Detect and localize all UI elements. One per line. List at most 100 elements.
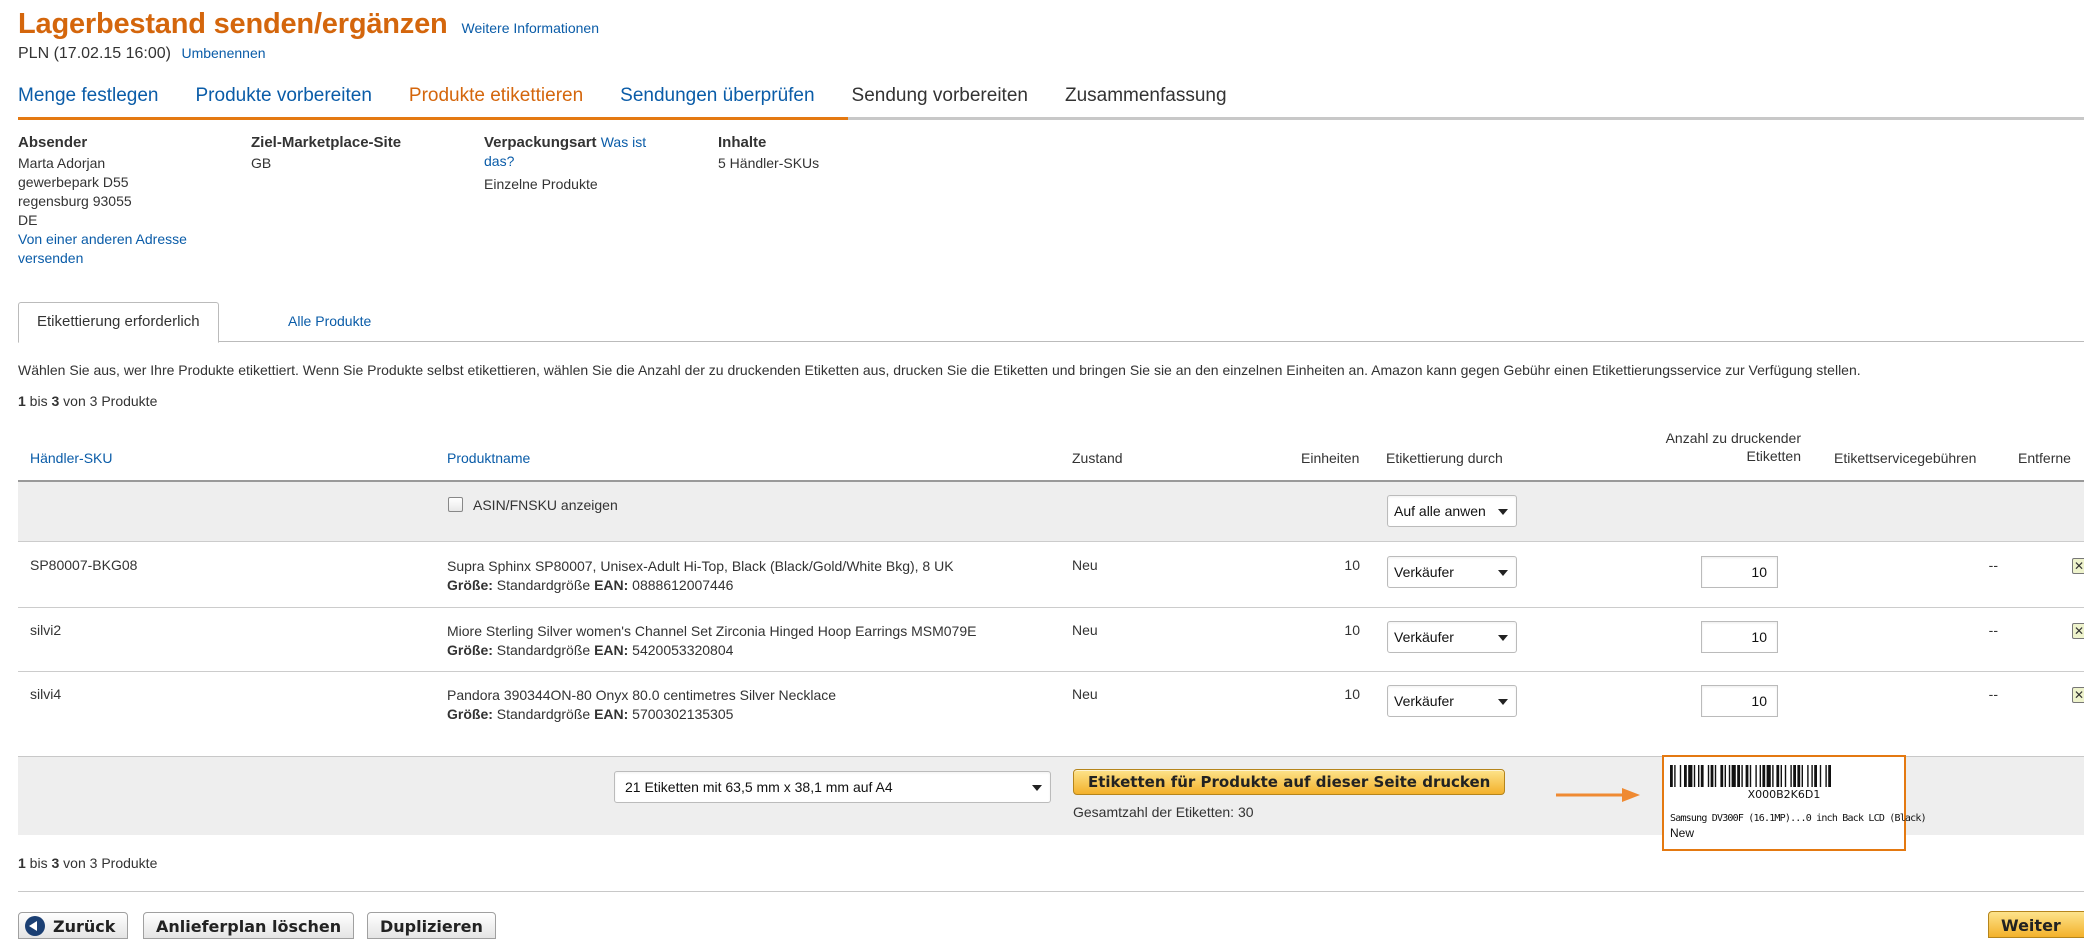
other-address-link-line-1: Von einer anderen Adresse — [18, 231, 187, 247]
more-info-link[interactable]: Weitere Informationen — [462, 20, 599, 36]
row-sku: SP80007-BKG08 — [30, 557, 138, 573]
step-prepare-shipment: Sendung vorbereiten — [851, 85, 1028, 106]
col-header-condition: Zustand — [1072, 450, 1123, 466]
sender-line: gewerbepark D55 — [18, 174, 129, 190]
col-header-fees: Etikettservicegebühren — [1834, 450, 1977, 466]
size-value: Standardgröße — [492, 642, 595, 658]
col-header-units: Einheiten — [1301, 450, 1360, 466]
labeled-by-value: Verkäufer — [1394, 693, 1454, 709]
col-header-labels-line-1: Anzahl zu druckender — [1665, 430, 1801, 446]
other-address-link[interactable]: Von einer anderen Adresse versenden — [18, 230, 218, 268]
arrow-right-icon — [1556, 788, 1640, 802]
plan-row: PLN (17.02.15 16:00) Umbenennen — [18, 45, 266, 63]
duplicate-button[interactable]: Duplizieren — [367, 912, 496, 939]
rename-link[interactable]: Umbenennen — [181, 45, 265, 61]
range-from: 1 — [18, 855, 26, 871]
show-asin-label: ASIN/FNSKU anzeigen — [473, 497, 618, 513]
show-asin-checkbox[interactable] — [448, 497, 463, 512]
apply-all-select[interactable]: Auf alle anwen — [1387, 495, 1517, 527]
delete-plan-button[interactable]: Anlieferplan löschen — [143, 912, 355, 939]
label-subtabs: Etikettierung erforderlich Alle Produkte — [18, 302, 2084, 343]
range-bis: bis — [25, 855, 52, 871]
chevron-down-icon — [1498, 570, 1508, 576]
row-product-name: Pandora 390344ON-80 Onyx 80.0 centimetre… — [447, 686, 836, 724]
label-preview: X000B2K6D1 Samsung DV300F (16.1MP)...0 i… — [1662, 755, 1927, 851]
next-label: Weiter — [2001, 916, 2061, 935]
footer-divider — [18, 891, 2084, 892]
paper-format-select[interactable]: 21 Etiketten mit 63,5 mm x 38,1 mm auf A… — [614, 771, 1051, 803]
product-meta: Größe: Standardgröße EAN: 5700302135305 — [447, 705, 836, 724]
packaging-block: Verpackungsart Was ist das? Einzelne Pro… — [484, 133, 684, 194]
workflow-steps: Menge festlegen Produkte vorbereiten Pro… — [18, 84, 2084, 120]
contents-header: Inhalte — [718, 134, 767, 151]
back-label: Zurück — [53, 917, 116, 936]
product-title: Supra Sphinx SP80007, Unisex-Adult Hi-To… — [447, 558, 954, 574]
step-review-shipments[interactable]: Sendungen überprüfen — [620, 84, 832, 120]
step-prepare-products[interactable]: Produkte vorbereiten — [196, 84, 390, 120]
labels-quantity-input[interactable]: 10 — [1701, 621, 1778, 653]
labeled-by-value: Verkäufer — [1394, 564, 1454, 580]
range-von: von — [59, 855, 90, 871]
chevron-down-icon — [1498, 635, 1508, 641]
product-meta: Größe: Standardgröße EAN: 5420053320804 — [447, 641, 976, 660]
size-value: Standardgröße — [492, 577, 595, 593]
sender-line: DE — [18, 212, 38, 228]
chevron-down-icon — [1498, 509, 1508, 515]
plan-name: PLN (17.02.15 16:00) — [18, 45, 171, 62]
next-button[interactable]: Weiter — [1988, 911, 2084, 938]
remove-row-button[interactable]: ✕ — [2072, 623, 2084, 639]
row-fees: -- — [1988, 557, 1998, 573]
labels-quantity-input[interactable]: 10 — [1701, 556, 1778, 588]
size-value: Standardgröße — [492, 706, 595, 722]
remove-row-button[interactable]: ✕ — [2072, 558, 2084, 574]
total-labels: Gesamtzahl der Etiketten: 30 — [1073, 804, 1254, 820]
col-header-labeled-by: Etikettierung durch — [1386, 450, 1503, 466]
marketplace-block: Ziel-Marketplace-Site GB — [251, 133, 401, 173]
what-is-this-link-cont[interactable]: das? — [484, 152, 684, 171]
col-header-labels-count: Anzahl zu druckender Etiketten — [1588, 430, 1801, 464]
result-range-bottom: 1 bis 3 von 3 Produkte — [18, 855, 157, 871]
page-title: Lagerbestand senden/ergänzen — [18, 8, 448, 40]
row-divider — [18, 607, 2084, 608]
apply-all-value: Auf alle anwen — [1394, 503, 1486, 519]
remove-row-button[interactable]: ✕ — [2072, 687, 2084, 703]
row-divider — [18, 541, 2084, 542]
result-range-top: 1 bis 3 von 3 Produkte — [18, 393, 157, 409]
packaging-header-text: Verpackungsart — [484, 134, 597, 151]
tab-labeling-required[interactable]: Etikettierung erforderlich — [18, 302, 219, 343]
labeled-by-select[interactable]: Verkäufer — [1387, 621, 1517, 653]
row-sku: silvi2 — [30, 622, 62, 638]
product-title: Pandora 390344ON-80 Onyx 80.0 centimetre… — [447, 687, 837, 703]
other-address-link-line-2: versenden — [18, 250, 84, 266]
tab-all-products[interactable]: Alle Produkte — [270, 302, 389, 343]
row-product-name: Miore Sterling Silver women's Channel Se… — [447, 622, 976, 660]
col-header-sku[interactable]: Händler-SKU — [30, 450, 112, 466]
row-condition: Neu — [1072, 557, 1098, 573]
row-fees: -- — [1988, 622, 1998, 638]
product-title: Miore Sterling Silver women's Channel Se… — [447, 623, 977, 639]
sender-line: Marta Adorjan — [18, 155, 106, 171]
packaging-header: Verpackungsart Was ist — [484, 133, 684, 152]
labeled-by-select[interactable]: Verkäufer — [1387, 556, 1517, 588]
labeled-by-select[interactable]: Verkäufer — [1387, 685, 1517, 717]
row-divider — [18, 671, 2084, 672]
back-button[interactable]: Zurück — [18, 912, 129, 939]
sender-line: regensburg 93055 — [18, 193, 132, 209]
col-header-name[interactable]: Produktname — [447, 450, 530, 466]
preview-product-name: Samsung DV300F (16.1MP)...0 inch Back LC… — [1670, 813, 1927, 824]
chevron-down-icon — [1498, 699, 1508, 705]
print-labels-button[interactable]: Etiketten für Produkte auf dieser Seite … — [1073, 769, 1506, 795]
ean-label: EAN: — [594, 577, 629, 593]
arrow-left-icon — [25, 916, 45, 936]
what-is-this-link[interactable]: Was ist — [601, 134, 646, 150]
step-summary: Zusammenfassung — [1064, 85, 1227, 106]
ean-value: 0888612007446 — [628, 577, 734, 593]
ean-label: EAN: — [594, 706, 629, 722]
range-suffix: Produkte — [97, 855, 158, 871]
range-from: 1 — [18, 393, 26, 409]
size-label: Größe: — [447, 577, 493, 593]
labeled-by-value: Verkäufer — [1394, 629, 1454, 645]
size-label: Größe: — [447, 642, 493, 658]
labels-quantity-input[interactable]: 10 — [1701, 685, 1778, 717]
step-set-quantity[interactable]: Menge festlegen — [18, 84, 177, 120]
